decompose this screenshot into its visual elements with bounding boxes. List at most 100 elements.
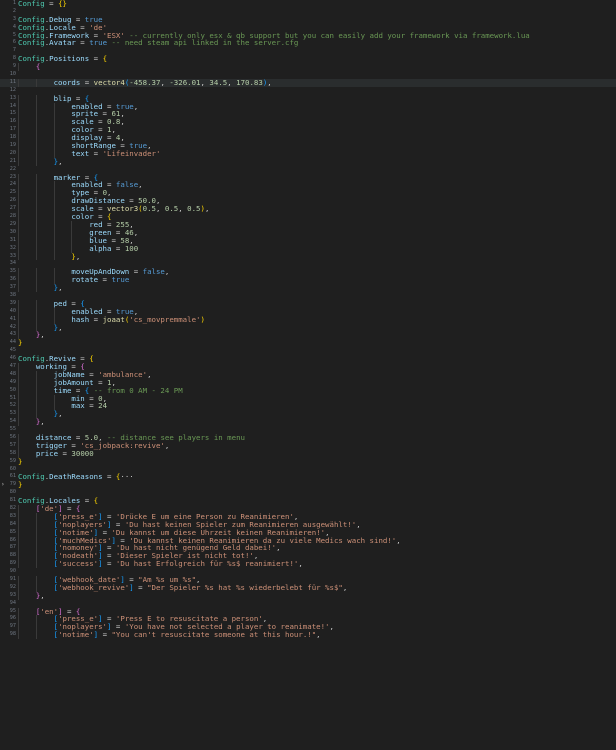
line-number: 11 <box>9 78 16 85</box>
code-line[interactable]: 46 Config.Revive = { <box>0 355 616 363</box>
line-number: 9 <box>12 63 16 70</box>
line-number: 90 <box>9 568 16 575</box>
line-number: 30 <box>9 228 16 235</box>
line-number: 91 <box>9 576 16 583</box>
line-number: 57 <box>9 441 16 448</box>
line-number: 29 <box>9 220 16 227</box>
line-number: 23 <box>9 173 16 180</box>
line-number: 36 <box>9 276 16 283</box>
code-line[interactable]: 11 coords = vector4(-458.37, -326.01, 34… <box>0 77 616 87</box>
code-line[interactable]: 20 text = 'Lifeinvader' <box>0 149 616 158</box>
code-line[interactable]: 36 rotate = true <box>0 276 616 285</box>
code-line[interactable]: 21 }, <box>0 157 616 166</box>
line-number: 50 <box>9 386 16 393</box>
fold-chevron-icon[interactable]: › <box>1 481 7 489</box>
line-number: 49 <box>9 378 16 385</box>
line-number: 25 <box>9 189 16 196</box>
line-number: 40 <box>9 307 16 314</box>
line-number: 6 <box>12 39 16 46</box>
code-text: price = 30000 <box>35 448 94 458</box>
code-text: coords = vector4(-458.37, -326.01, 34.5,… <box>53 77 272 87</box>
code-line[interactable]: 59} <box>0 456 616 466</box>
line-number: 3 <box>12 15 16 22</box>
line-number: 4 <box>12 23 16 30</box>
line-number: 89 <box>9 560 16 567</box>
line-number: 85 <box>9 528 16 535</box>
line-number: 60 <box>9 465 16 472</box>
code-line[interactable]: 98 ['notime'] = "You can't resuscitate s… <box>0 630 616 640</box>
line-number: 28 <box>9 213 16 220</box>
line-number: 35 <box>9 268 16 275</box>
code-line[interactable]: 1 Config = {} <box>0 0 616 8</box>
line-number: 33 <box>9 252 16 259</box>
line-number: 96 <box>9 615 16 622</box>
code-line[interactable]: 42 }, <box>0 323 616 332</box>
code-text: }, <box>53 283 63 293</box>
line-number: 82 <box>9 505 16 511</box>
line-number: 39 <box>9 299 16 306</box>
line-number: 31 <box>9 236 16 243</box>
line-number: 17 <box>9 126 16 133</box>
code-line[interactable]: 58 price = 30000 <box>0 448 616 458</box>
line-number: 54 <box>9 418 16 425</box>
line-number: 42 <box>9 323 16 330</box>
line-number: 61 <box>9 473 16 480</box>
code-line[interactable]: 92 ['webhook_revive'] = "Der Spieler %s … <box>0 583 616 592</box>
code-text: ['success'] = 'Du hast Erfolgreich für %… <box>53 559 303 569</box>
line-number: 19 <box>9 142 16 149</box>
line-number: 88 <box>9 552 16 559</box>
code-line[interactable]: 44} <box>0 339 616 347</box>
code-text: } <box>18 456 23 466</box>
code-text: Config.DeathReasons = {··· <box>18 472 134 482</box>
code-line[interactable]: 41 hash = joaat('cs_movpremmale') <box>0 315 616 324</box>
line-number: 95 <box>9 607 16 614</box>
code-text: { <box>35 62 41 72</box>
line-number: 10 <box>9 71 16 78</box>
code-line[interactable]: 38 <box>0 292 616 300</box>
line-number: 32 <box>9 244 16 251</box>
line-number: 27 <box>9 205 16 212</box>
line-number: 12 <box>9 86 16 93</box>
line-number: 51 <box>9 394 16 401</box>
code-editor[interactable]: 1 Config = {} 2 3 Config.Debug = true 4 Config… <box>0 0 616 750</box>
line-number: 53 <box>9 410 16 417</box>
code-text: } <box>18 480 23 490</box>
line-number: 41 <box>9 315 16 322</box>
line-number: 59 <box>9 457 16 464</box>
code-line[interactable]: 89 ['success'] = 'Du hast Erfolgreich fü… <box>0 559 616 569</box>
code-line[interactable]: 12 <box>0 87 616 95</box>
line-number: 24 <box>9 181 16 188</box>
code-line[interactable]: 79 ›} <box>0 481 616 489</box>
code-line[interactable]: 43 }, <box>0 331 616 340</box>
line-number: 46 <box>9 355 16 362</box>
line-number: 56 <box>9 433 16 440</box>
code-line[interactable]: 9 { <box>0 62 616 72</box>
line-number: 94 <box>9 599 16 606</box>
code-line[interactable]: 81 Config.Locales = { <box>0 497 616 505</box>
line-number: 92 <box>9 583 16 590</box>
code-line[interactable]: 94 <box>0 600 616 608</box>
code-line[interactable]: 54 }, <box>0 418 616 427</box>
code-line[interactable]: 33 }, <box>0 252 616 261</box>
code-line[interactable]: 32 alpha = 100 <box>0 244 616 253</box>
code-text: ['notime'] = "You can't resuscitate some… <box>53 630 321 640</box>
line-number: 48 <box>9 370 16 377</box>
line-number: 14 <box>9 102 16 109</box>
line-number: 18 <box>9 134 16 141</box>
line-number: 34 <box>9 260 16 267</box>
code-line[interactable]: 6 Config.Avatar = true -- need steam api … <box>0 39 616 47</box>
code-line[interactable]: 53 }, <box>0 410 616 419</box>
line-number: 38 <box>9 291 16 298</box>
line-number: 5 <box>12 31 16 38</box>
code-text: }, <box>35 590 45 600</box>
code-line[interactable]: 8 Config.Positions = { <box>0 55 616 63</box>
line-number: 20 <box>9 149 16 156</box>
line-number: 55 <box>9 426 16 433</box>
line-number: 80 <box>9 489 16 496</box>
line-number: 13 <box>9 94 16 101</box>
code-line[interactable]: 61 Config.DeathReasons = {··· <box>0 473 616 481</box>
line-number: 15 <box>9 110 16 117</box>
code-line[interactable]: 93 }, <box>0 590 616 600</box>
code-line[interactable]: 37 }, <box>0 284 616 292</box>
code-line[interactable]: 52 max = 24 <box>0 402 616 411</box>
